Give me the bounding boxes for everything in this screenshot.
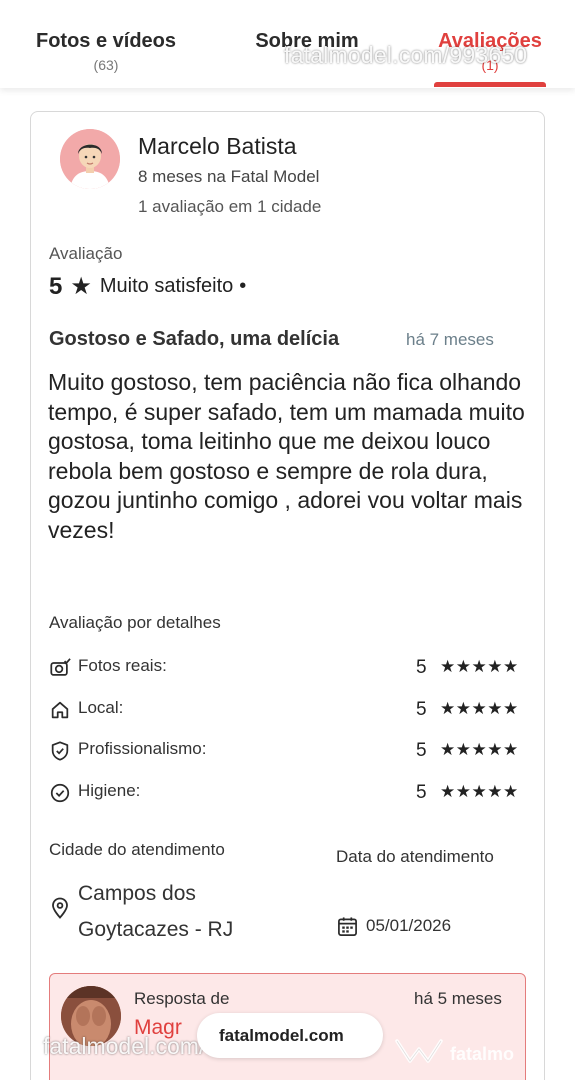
- rating-text: Muito satisfeito: [99, 275, 234, 297]
- watermark-url: fatalmodel.com/993650: [284, 42, 528, 68]
- detail-value: 5: [416, 740, 427, 761]
- home-icon: [51, 701, 69, 719]
- star-icon: ★: [70, 273, 92, 300]
- detail-value: 5: [416, 657, 427, 678]
- detail-row-location: Local: 5 ★★★★★: [49, 697, 529, 725]
- overall-rating: 5 ★ Muito satisfeito •: [49, 272, 246, 301]
- reply-label: Resposta de: [134, 989, 230, 1008]
- active-tab-indicator: [434, 82, 546, 87]
- detail-row-hygiene: Higiene: 5 ★★★★★: [49, 780, 529, 808]
- city-value: Campos dos Goytacazes - RJ: [78, 882, 234, 941]
- watermark-pill: fatalmodel.com: [197, 1013, 383, 1058]
- detail-label: Profissionalismo:: [78, 739, 207, 758]
- calendar-icon: [338, 917, 357, 936]
- star-rating: ★★★★★: [440, 657, 519, 676]
- star-rating: ★★★★★: [440, 782, 519, 801]
- reviewer-name[interactable]: Marcelo Batista: [138, 133, 297, 160]
- detail-label: Local:: [78, 698, 124, 717]
- separator-dot: •: [239, 275, 247, 297]
- review-title: Gostoso e Safado, uma delícia: [49, 328, 340, 350]
- tab-label: Fotos e vídeos: [35, 30, 177, 52]
- date-value: 05/01/2026: [366, 916, 452, 935]
- watermark-pill-text: fatalmodel.com: [219, 1026, 344, 1045]
- location-pin-icon: [52, 897, 68, 919]
- review-body: Muito gostoso, tem paciência não fica ol…: [48, 369, 525, 543]
- tab-photos-videos[interactable]: Fotos e vídeos (63): [28, 30, 184, 73]
- detail-value: 5: [416, 782, 427, 803]
- star-rating: ★★★★★: [440, 699, 519, 718]
- rating-label: Avaliação: [49, 244, 123, 263]
- person-avatar-icon: [60, 129, 120, 189]
- detail-row-professionalism: Profissionalismo: 5 ★★★★★: [49, 738, 529, 766]
- detail-row-real-photos: Fotos reais: 5 ★★★★★: [49, 655, 529, 683]
- reviewer-membership: 8 meses na Fatal Model: [138, 167, 320, 186]
- reviewer-review-count: 1 avaliação em 1 cidade: [138, 197, 322, 216]
- brand-logo-icon: [395, 1039, 443, 1063]
- detail-label: Higiene:: [78, 781, 141, 800]
- date-label: Data do atendimento: [336, 847, 494, 866]
- rating-value: 5: [49, 272, 63, 300]
- details-heading: Avaliação por detalhes: [49, 613, 221, 632]
- camera-check-icon: [50, 658, 71, 676]
- shield-check-icon: [51, 741, 69, 761]
- review-timestamp: há 7 meses: [406, 330, 494, 349]
- check-circle-icon: [50, 783, 70, 803]
- tab-count: (63): [93, 57, 119, 73]
- star-rating: ★★★★★: [440, 740, 519, 759]
- detail-label: Fotos reais:: [78, 656, 167, 675]
- reviewer-avatar: [60, 129, 120, 189]
- city-label: Cidade do atendimento: [49, 840, 225, 859]
- brand-watermark: fatalmo: [450, 1044, 515, 1064]
- detail-value: 5: [416, 699, 427, 720]
- reply-timestamp: há 5 meses: [414, 989, 502, 1008]
